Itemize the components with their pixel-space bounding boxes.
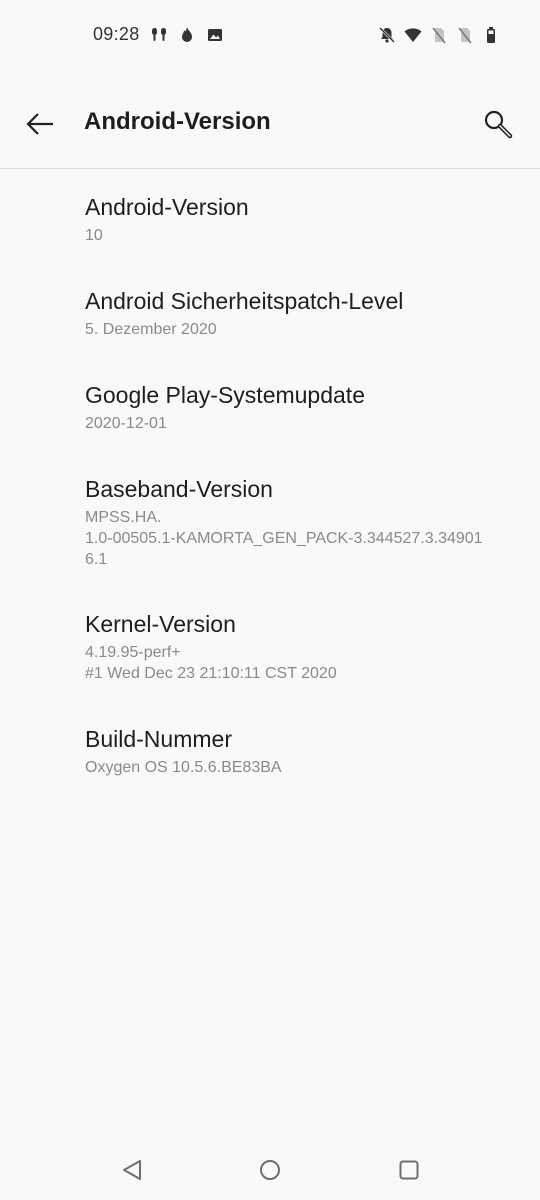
list-item-build-number[interactable]: Build-Nummer Oxygen OS 10.5.6.BE83BA (0, 724, 540, 778)
item-summary: MPSS.HA. 1.0-00505.1-KAMORTA_GEN_PACK-3.… (85, 507, 540, 570)
list-item-baseband-version[interactable]: Baseband-Version MPSS.HA. 1.0-00505.1-KA… (0, 474, 540, 570)
search-icon (484, 110, 513, 139)
item-title: Kernel-Version (85, 611, 236, 637)
item-title: Google Play-Systemupdate (85, 382, 365, 408)
nav-home-button[interactable] (256, 1156, 284, 1184)
wifi-icon (404, 28, 422, 42)
image-icon (208, 29, 222, 41)
status-left-icons (150, 26, 224, 44)
item-title: Baseband-Version (85, 476, 273, 502)
arrow-left-icon (26, 113, 53, 135)
item-summary: 10 (85, 227, 103, 244)
item-summary-line: MPSS.HA. (85, 509, 162, 526)
status-time: 09:28 (93, 24, 140, 44)
status-right-icons (378, 26, 500, 44)
list-item-security-patch[interactable]: Android Sicherheitspatch-Level 5. Dezemb… (0, 286, 540, 340)
item-summary-line: 6.1 (85, 551, 108, 568)
nav-back-button[interactable] (118, 1156, 146, 1184)
item-summary: 4.19.95-perf+ #1 Wed Dec 23 21:10:11 CST… (85, 642, 540, 684)
navigation-bar (0, 1140, 540, 1200)
page-title: Android-Version (84, 108, 271, 135)
item-summary-line: 4.19.95-perf+ (85, 644, 181, 661)
battery-icon (487, 27, 495, 43)
nav-recents-button[interactable] (395, 1156, 423, 1184)
item-summary: 5. Dezember 2020 (85, 321, 217, 338)
item-title: Build-Nummer (85, 726, 232, 752)
item-summary-line: 1.0-00505.1-KAMORTA_GEN_PACK-3.344527.3.… (85, 530, 483, 547)
recents-square-icon (399, 1160, 419, 1180)
item-summary: 2020-12-01 (85, 415, 167, 432)
list-item-kernel-version[interactable]: Kernel-Version 4.19.95-perf+ #1 Wed Dec … (0, 609, 540, 684)
earbuds-icon (152, 28, 166, 41)
no-sim-icon (432, 27, 446, 44)
item-title: Android Sicherheitspatch-Level (85, 288, 404, 314)
home-circle-icon (260, 1160, 280, 1180)
list-item-play-system-update[interactable]: Google Play-Systemupdate 2020-12-01 (0, 380, 540, 434)
item-summary: Oxygen OS 10.5.6.BE83BA (85, 759, 282, 776)
list-item-android-version[interactable]: Android-Version 10 (0, 192, 540, 246)
search-button[interactable] (478, 104, 518, 144)
item-summary-line: #1 Wed Dec 23 21:10:11 CST 2020 (85, 665, 337, 682)
back-triangle-icon (123, 1160, 141, 1180)
fire-icon (182, 27, 192, 42)
app-bar: Android-Version (0, 80, 540, 169)
screen: 09:28 Android-Version Android-Version 10… (0, 0, 540, 1200)
back-button[interactable] (22, 106, 58, 142)
item-title: Android-Version (85, 194, 249, 220)
bell-off-icon (379, 27, 395, 43)
status-bar: 09:28 (0, 0, 540, 72)
no-sim-icon (458, 27, 472, 44)
